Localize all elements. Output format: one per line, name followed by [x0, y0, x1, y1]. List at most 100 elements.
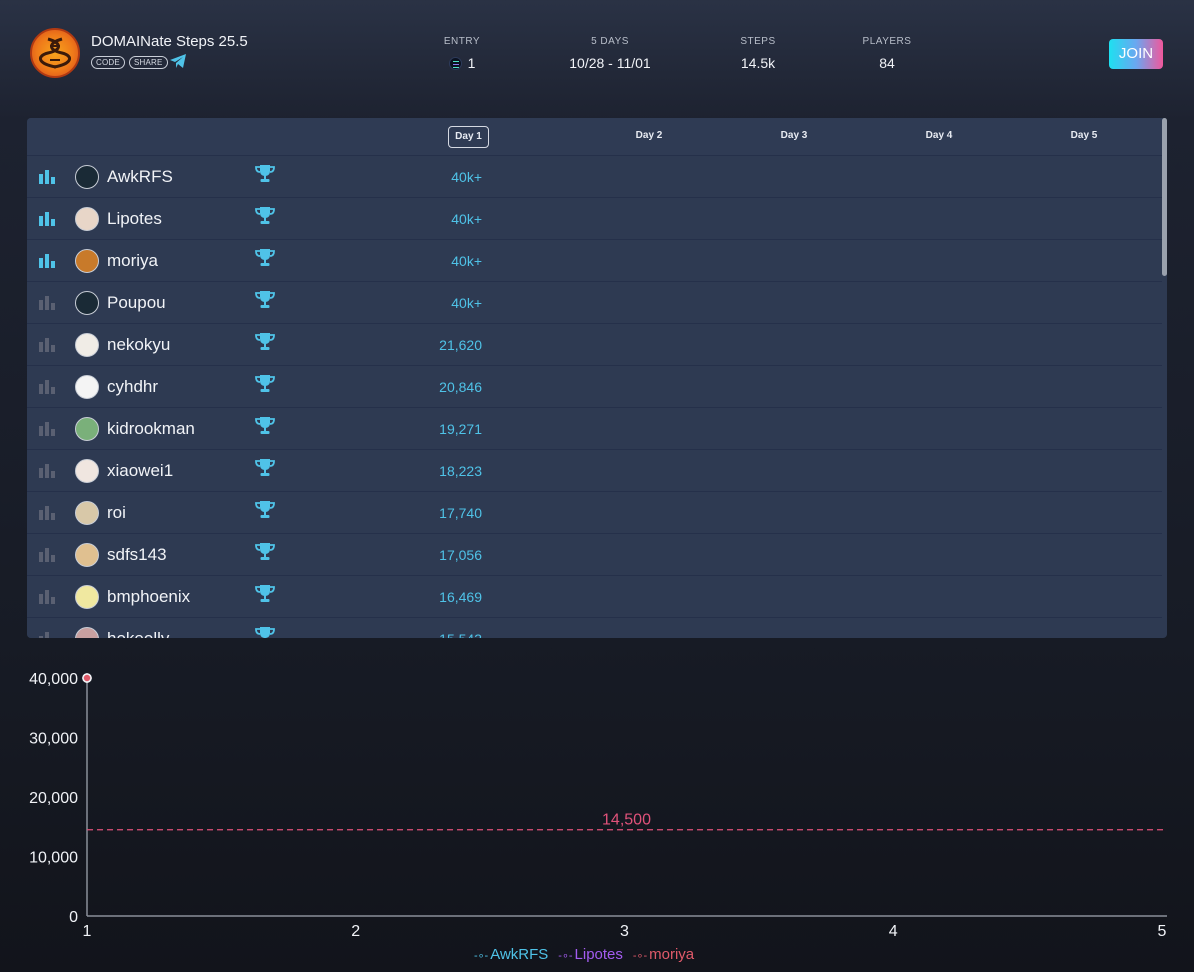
- table-row[interactable]: Poupou 40k+: [27, 282, 1162, 324]
- player-name[interactable]: xiaowei1: [107, 461, 173, 481]
- player-name[interactable]: kidrookman: [107, 419, 195, 439]
- trophy-icon: [255, 165, 275, 182]
- app-logo: [30, 28, 80, 78]
- chart-canvas: 40,000 30,000 20,000 10,000 01 2 3 4 5 14,500: [29, 671, 1167, 940]
- step-count: 40k+: [451, 295, 482, 311]
- chart-toggle-icon[interactable]: [39, 632, 55, 638]
- target-label: 14,500: [602, 812, 651, 829]
- table-row[interactable]: cyhdhr 20,846: [27, 366, 1162, 408]
- x-tick-label: 4: [889, 923, 898, 940]
- avatar: [75, 543, 99, 567]
- legend-item-awkrfs[interactable]: -∘- AwkRFS: [474, 946, 548, 963]
- player-name[interactable]: bmphoenix: [107, 587, 190, 607]
- player-name[interactable]: nekokyu: [107, 335, 170, 355]
- table-row[interactable]: AwkRFS 40k+: [27, 156, 1162, 198]
- chart-toggle-icon[interactable]: [39, 380, 55, 394]
- table-row[interactable]: hokeolly 15,543: [27, 618, 1162, 638]
- stat-steps: STEPS 14.5k: [718, 36, 798, 71]
- table-row[interactable]: kidrookman 19,271: [27, 408, 1162, 450]
- challenge-title: DOMAINate Steps 25.5: [91, 33, 248, 50]
- code-button[interactable]: CODE: [91, 56, 125, 69]
- chart-toggle-icon[interactable]: [39, 170, 55, 184]
- steps-chart: 40,000 30,000 20,000 10,000 0 1 2 3 4 5 14,500: [0, 650, 1194, 972]
- table-row[interactable]: Lipotes 40k+: [27, 198, 1162, 240]
- x-tick-label: 5: [1158, 923, 1167, 940]
- tab-day-5[interactable]: Day 5: [1060, 126, 1108, 148]
- step-count: 15,543: [387, 631, 482, 638]
- legend-item-lipotes[interactable]: -∘- Lipotes: [558, 946, 623, 963]
- x-tick-label: 1: [83, 923, 92, 940]
- chart-toggle-icon[interactable]: [39, 422, 55, 436]
- avatar: [75, 417, 99, 441]
- trophy-icon: [255, 627, 275, 638]
- step-count: 17,056: [439, 547, 482, 563]
- trophy-icon: [255, 459, 275, 476]
- avatar: [75, 291, 99, 315]
- y-tick-label: 0: [69, 909, 78, 926]
- avatar: [75, 165, 99, 189]
- step-count: 40k+: [451, 211, 482, 227]
- share-button[interactable]: SHARE: [129, 56, 168, 69]
- chart-toggle-icon[interactable]: [39, 506, 55, 520]
- table-row[interactable]: sdfs143 17,056: [27, 534, 1162, 576]
- join-button[interactable]: JOIN: [1109, 39, 1163, 69]
- chart-toggle-icon[interactable]: [39, 296, 55, 310]
- player-name[interactable]: Lipotes: [107, 209, 162, 229]
- stat-entry-label: ENTRY: [443, 36, 481, 47]
- trophy-icon: [255, 543, 275, 560]
- legend-label: moriya: [649, 946, 695, 963]
- y-tick-label: 10,000: [29, 850, 78, 867]
- chart-toggle-icon[interactable]: [39, 590, 55, 604]
- trophy-icon: [255, 333, 275, 350]
- player-name[interactable]: Poupou: [107, 293, 166, 313]
- stat-days-label: 5 DAYS: [591, 36, 629, 47]
- data-point-moriya: [82, 673, 92, 683]
- tab-day-4[interactable]: Day 4: [915, 126, 963, 148]
- chart-toggle-icon[interactable]: [39, 254, 55, 268]
- chart-toggle-icon[interactable]: [39, 212, 55, 226]
- telegram-icon[interactable]: [169, 53, 187, 69]
- chart-toggle-icon[interactable]: [39, 464, 55, 478]
- chart-toggle-icon[interactable]: [39, 338, 55, 352]
- table-scrollbar[interactable]: [1162, 118, 1167, 276]
- table-header: Day 1 Day 2 Day 3 Day 4 Day 5: [27, 118, 1162, 156]
- legend-marker-icon: -∘-: [632, 950, 648, 962]
- step-count: 17,740: [439, 505, 482, 521]
- player-name[interactable]: roi: [107, 503, 126, 523]
- legend-item-moriya[interactable]: -∘- moriya: [633, 946, 694, 963]
- stat-players-label: PLAYERS: [862, 36, 912, 47]
- table-row[interactable]: moriya 40k+: [27, 240, 1162, 282]
- header: DOMAINate Steps 25.5 CODE SHARE ENTRY 1 …: [0, 0, 1194, 110]
- token-icon: [448, 57, 462, 70]
- step-count: 20,846: [439, 379, 482, 395]
- tab-day-3[interactable]: Day 3: [770, 126, 818, 148]
- avatar: [75, 249, 99, 273]
- table-row[interactable]: roi 17,740: [27, 492, 1162, 534]
- avatar: [75, 333, 99, 357]
- trophy-icon: [255, 375, 275, 392]
- legend-label: AwkRFS: [490, 946, 549, 963]
- tab-day-1[interactable]: Day 1: [448, 126, 489, 148]
- step-count: 21,620: [439, 337, 482, 353]
- chart-toggle-icon[interactable]: [39, 548, 55, 562]
- player-name[interactable]: sdfs143: [107, 545, 167, 565]
- y-tick-label: 30,000: [29, 731, 78, 748]
- avatar: [75, 627, 99, 638]
- table-row[interactable]: xiaowei1 18,223: [27, 450, 1162, 492]
- step-count: 18,223: [439, 463, 482, 479]
- step-count: 40k+: [451, 253, 482, 269]
- player-name[interactable]: AwkRFS: [107, 167, 173, 187]
- table-row[interactable]: nekokyu 21,620: [27, 324, 1162, 366]
- step-count: 16,469: [439, 589, 482, 605]
- player-name[interactable]: moriya: [107, 251, 158, 271]
- avatar: [75, 585, 99, 609]
- trophy-icon: [255, 207, 275, 224]
- tab-day-2[interactable]: Day 2: [625, 126, 673, 148]
- table-row[interactable]: bmphoenix 16,469: [27, 576, 1162, 618]
- entry-value: 1: [467, 55, 476, 71]
- player-name[interactable]: cyhdhr: [107, 377, 158, 397]
- player-name[interactable]: hokeolly: [107, 629, 169, 638]
- stat-entry: ENTRY 1: [432, 36, 492, 71]
- stat-entry-value: 1: [432, 55, 492, 71]
- y-tick-label: 20,000: [29, 790, 78, 807]
